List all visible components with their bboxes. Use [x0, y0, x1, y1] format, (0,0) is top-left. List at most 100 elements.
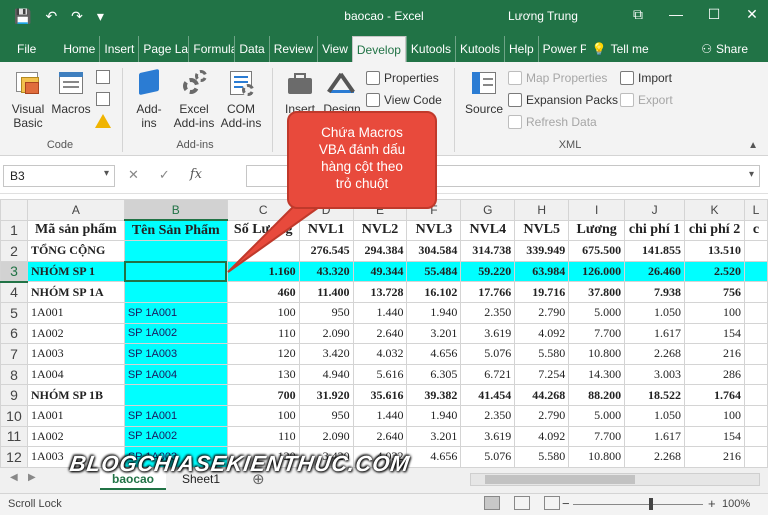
cell[interactable]: 63.984	[514, 260, 570, 283]
tab-kutools-plus[interactable]: Kutools	[454, 36, 504, 62]
column-header-i[interactable]: I	[568, 199, 626, 221]
cell[interactable]: 2.640	[352, 425, 408, 448]
record-macro-icon[interactable]	[96, 70, 110, 84]
cell[interactable]: 1A001	[26, 301, 125, 324]
cell[interactable]: 2.790	[514, 301, 570, 324]
cell[interactable]: 1A002	[26, 322, 125, 345]
macro-security-icon[interactable]	[95, 114, 111, 128]
zoom-slider-track[interactable]	[573, 504, 703, 505]
cell[interactable]: 7.938	[624, 281, 686, 303]
cell[interactable]: 13.510	[684, 240, 746, 262]
cell[interactable]	[123, 384, 228, 406]
cell[interactable]	[744, 322, 768, 345]
cell[interactable]: 1.160	[226, 260, 300, 283]
cell[interactable]: 7.700	[568, 425, 626, 448]
cell[interactable]: 4.092	[514, 425, 570, 448]
column-header-j[interactable]: J	[624, 199, 686, 221]
cell[interactable]: 314.738	[460, 240, 516, 262]
relative-references-icon[interactable]	[96, 92, 110, 106]
cell[interactable]	[744, 446, 768, 467]
cell[interactable]: 41.454	[460, 384, 516, 406]
cell[interactable]: 675.500	[568, 240, 626, 262]
row-header[interactable]: 4	[0, 281, 28, 303]
cell[interactable]: NHÓM SP 1A	[26, 281, 125, 303]
cell[interactable]: 339.949	[514, 240, 570, 262]
cell[interactable]: NVL1	[298, 219, 354, 242]
cell[interactable]: 1A002	[26, 425, 125, 448]
cell[interactable]: SP 1A001	[123, 301, 228, 324]
cell[interactable]: 5.000	[568, 301, 626, 324]
cell[interactable]: TỔNG CỘNG	[26, 240, 125, 262]
cell[interactable]: 5.580	[514, 343, 570, 365]
worksheet-grid[interactable]: A B C D E F G H I J K L 1 Mã sản phẩm Tên …	[0, 199, 768, 467]
cell[interactable]: 5.076	[460, 446, 516, 467]
cell[interactable]: 3.619	[460, 322, 516, 345]
cell[interactable]: c	[744, 219, 768, 242]
cell[interactable]: 18.522	[624, 384, 686, 406]
cell[interactable]: 1.617	[624, 322, 686, 345]
cell[interactable]: 154	[684, 425, 746, 448]
cell[interactable]	[744, 281, 768, 303]
cell[interactable]: 3.201	[406, 322, 462, 345]
minimize-icon[interactable]: —	[668, 6, 684, 23]
user-name[interactable]: Lương Trung	[508, 9, 578, 23]
tab-formulas[interactable]: Formula	[188, 36, 234, 62]
normal-view-icon[interactable]	[484, 496, 500, 510]
cell[interactable]: 1.050	[624, 404, 686, 427]
cell[interactable]: 4.656	[406, 343, 462, 365]
cell[interactable]: 11.400	[298, 281, 354, 303]
cell[interactable]	[744, 384, 768, 406]
horizontal-scroll-thumb[interactable]	[485, 475, 635, 484]
cell[interactable]: NVL4	[460, 219, 516, 242]
tab-view[interactable]: View	[317, 36, 352, 62]
cell[interactable]: Tên Sản Phẩm	[123, 219, 228, 242]
name-box[interactable]: B3 ▾	[3, 165, 115, 187]
name-box-dropdown-icon[interactable]: ▾	[104, 168, 109, 179]
cell[interactable]: 141.855	[624, 240, 686, 262]
cell[interactable]: 100	[226, 404, 300, 427]
cell[interactable]: 88.200	[568, 384, 626, 406]
cell[interactable]	[744, 343, 768, 365]
cell[interactable]	[744, 240, 768, 262]
cell[interactable]: 3.420	[298, 343, 354, 365]
cell[interactable]: 1.940	[406, 301, 462, 324]
column-header-h[interactable]: H	[514, 199, 570, 221]
cell[interactable]: 4.940	[298, 363, 354, 386]
zoom-slider-thumb[interactable]	[649, 498, 653, 510]
cell[interactable]: 2.268	[624, 343, 686, 365]
cell[interactable]: 35.616	[352, 384, 408, 406]
macros-button[interactable]: Macros	[50, 68, 92, 116]
column-header-k[interactable]: K	[684, 199, 746, 221]
row-header[interactable]: 2	[0, 240, 28, 262]
refresh-data-button[interactable]: Refresh Data	[508, 115, 597, 129]
cell[interactable]: 304.584	[406, 240, 462, 262]
cell[interactable]: 2.090	[298, 322, 354, 345]
ribbon-display-options-icon[interactable]: ⧉	[630, 6, 646, 23]
cell[interactable]: 110	[226, 425, 300, 448]
cell[interactable]: 2.268	[624, 446, 686, 467]
cell[interactable]: 37.800	[568, 281, 626, 303]
column-header-l[interactable]: L	[744, 199, 768, 221]
source-button[interactable]: Source	[462, 68, 506, 116]
cell[interactable]: 5.616	[352, 363, 408, 386]
cell[interactable]: 100	[226, 301, 300, 324]
cell[interactable]	[744, 425, 768, 448]
cell[interactable]: 1A004	[26, 363, 125, 386]
com-add-ins-button[interactable]: COM Add-ins	[218, 68, 264, 130]
cell[interactable]: Số Lượng	[226, 219, 300, 242]
zoom-in-icon[interactable]: +	[708, 496, 716, 511]
row-header[interactable]: 6	[0, 322, 28, 345]
cell[interactable]: 110	[226, 322, 300, 345]
cell[interactable]: 7.700	[568, 322, 626, 345]
cell[interactable]: 1A003	[26, 343, 125, 365]
collapse-ribbon-icon[interactable]: ▲	[748, 140, 758, 151]
cell[interactable]: 294.384	[352, 240, 408, 262]
cell[interactable]: 3.201	[406, 425, 462, 448]
row-header[interactable]: 7	[0, 343, 28, 365]
cell[interactable]: 5.000	[568, 404, 626, 427]
import-button[interactable]: Import	[620, 71, 672, 85]
expansion-packs-button[interactable]: Expansion Packs	[508, 93, 618, 107]
cell[interactable]: NVL2	[352, 219, 408, 242]
tab-page-layout[interactable]: Page La	[138, 36, 188, 62]
cell[interactable]: 39.382	[406, 384, 462, 406]
